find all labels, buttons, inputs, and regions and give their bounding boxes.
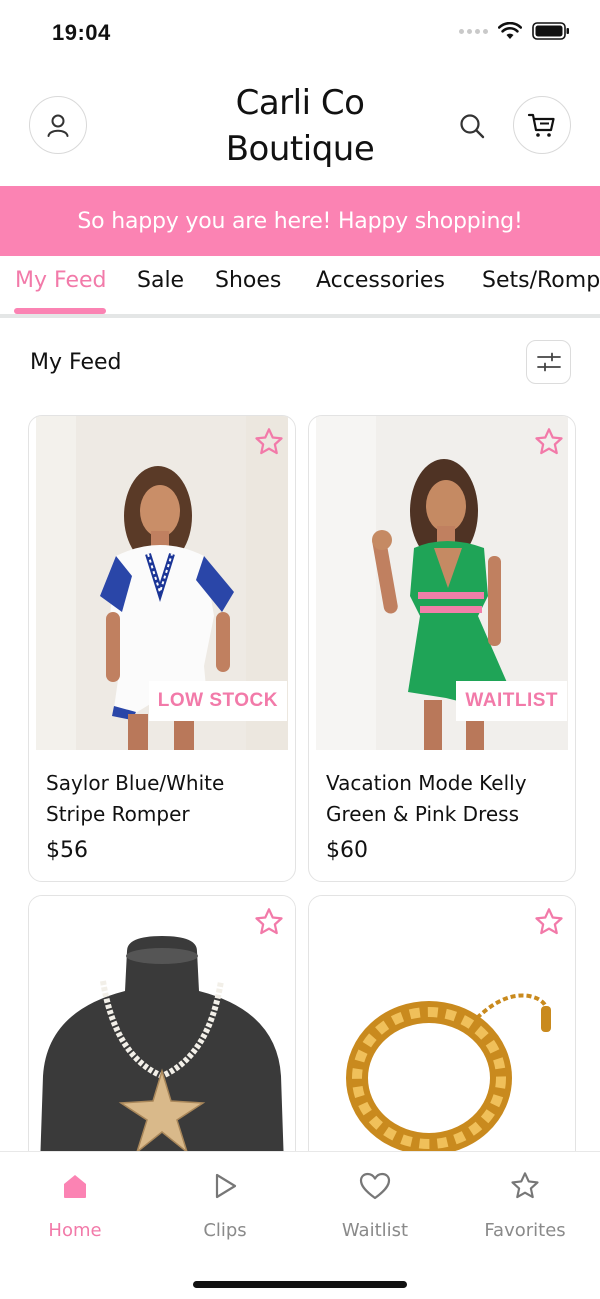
nav-waitlist-label: Waitlist (341, 1220, 409, 1241)
nav-home[interactable]: Home (15, 1166, 135, 1241)
home-indicator[interactable] (193, 1281, 407, 1288)
bottom-nav: Home Clips Waitlist Favorites (0, 1151, 600, 1299)
signal-icon (459, 28, 488, 34)
banner-text: So happy you are here! Happy shopping! (77, 208, 523, 234)
shop-title: Carli Co Boutique (200, 80, 400, 172)
star-icon (535, 428, 563, 455)
status-icons (459, 22, 570, 40)
stock-badge: LOW STOCK (148, 681, 287, 721)
star-icon (255, 428, 283, 455)
tab-accessories[interactable]: Accessories (316, 268, 445, 293)
search-button[interactable] (452, 106, 492, 146)
product-card[interactable] (28, 895, 296, 1195)
nav-clips[interactable]: Clips (165, 1166, 285, 1241)
play-icon (215, 1173, 237, 1199)
status-bar: 19:04 (0, 0, 600, 66)
cart-icon (527, 113, 555, 137)
product-card[interactable] (308, 895, 576, 1195)
status-time: 19:04 (52, 20, 111, 45)
home-icon (64, 1175, 86, 1198)
favorite-button[interactable] (251, 904, 287, 940)
promo-banner: So happy you are here! Happy shopping! (0, 186, 600, 256)
tab-sale[interactable]: Sale (137, 268, 184, 293)
filter-button[interactable] (526, 340, 571, 384)
star-icon (255, 908, 283, 935)
active-tab-indicator (14, 308, 106, 314)
product-card[interactable]: WAITLIST Vacation Mode Kelly Green & Pin… (308, 415, 576, 882)
feed-title: My Feed (30, 350, 122, 375)
nav-favorites-label: Favorites (484, 1220, 566, 1241)
wifi-icon (498, 22, 522, 39)
heart-icon (359, 1172, 391, 1200)
product-price: $56 (46, 838, 88, 863)
nav-clips-label: Clips (203, 1220, 247, 1241)
cart-button[interactable] (513, 96, 571, 154)
nav-home-label: Home (48, 1220, 102, 1241)
star-icon (511, 1172, 539, 1199)
user-icon (47, 114, 69, 137)
nav-favorites[interactable]: Favorites (465, 1166, 585, 1241)
category-tabs: My Feed Sale Shoes Accessories Sets/Romp (0, 256, 600, 318)
search-icon (460, 114, 485, 139)
product-name[interactable]: Saylor Blue/White Stripe Romper (46, 768, 286, 830)
product-name[interactable]: Vacation Mode Kelly Green & Pink Dress (326, 768, 566, 830)
app-header: Carli Co Boutique (0, 66, 600, 186)
battery-icon (532, 22, 569, 40)
tab-shoes[interactable]: Shoes (215, 268, 281, 293)
profile-button[interactable] (29, 96, 87, 154)
shop-title-line1: Carli Co (235, 83, 365, 123)
favorite-button[interactable] (251, 424, 287, 460)
shop-title-line2: Boutique (225, 129, 375, 169)
star-icon (535, 908, 563, 935)
stock-badge: WAITLIST (456, 681, 567, 721)
favorite-button[interactable] (531, 424, 567, 460)
nav-waitlist[interactable]: Waitlist (315, 1166, 435, 1241)
favorite-button[interactable] (531, 904, 567, 940)
tab-my-feed[interactable]: My Feed (15, 268, 106, 293)
product-card[interactable]: LOW STOCK Saylor Blue/White Stripe Rompe… (28, 415, 296, 882)
product-price: $60 (326, 838, 368, 863)
sliders-icon (536, 352, 561, 372)
tab-sets-rompers[interactable]: Sets/Romp (482, 268, 600, 293)
